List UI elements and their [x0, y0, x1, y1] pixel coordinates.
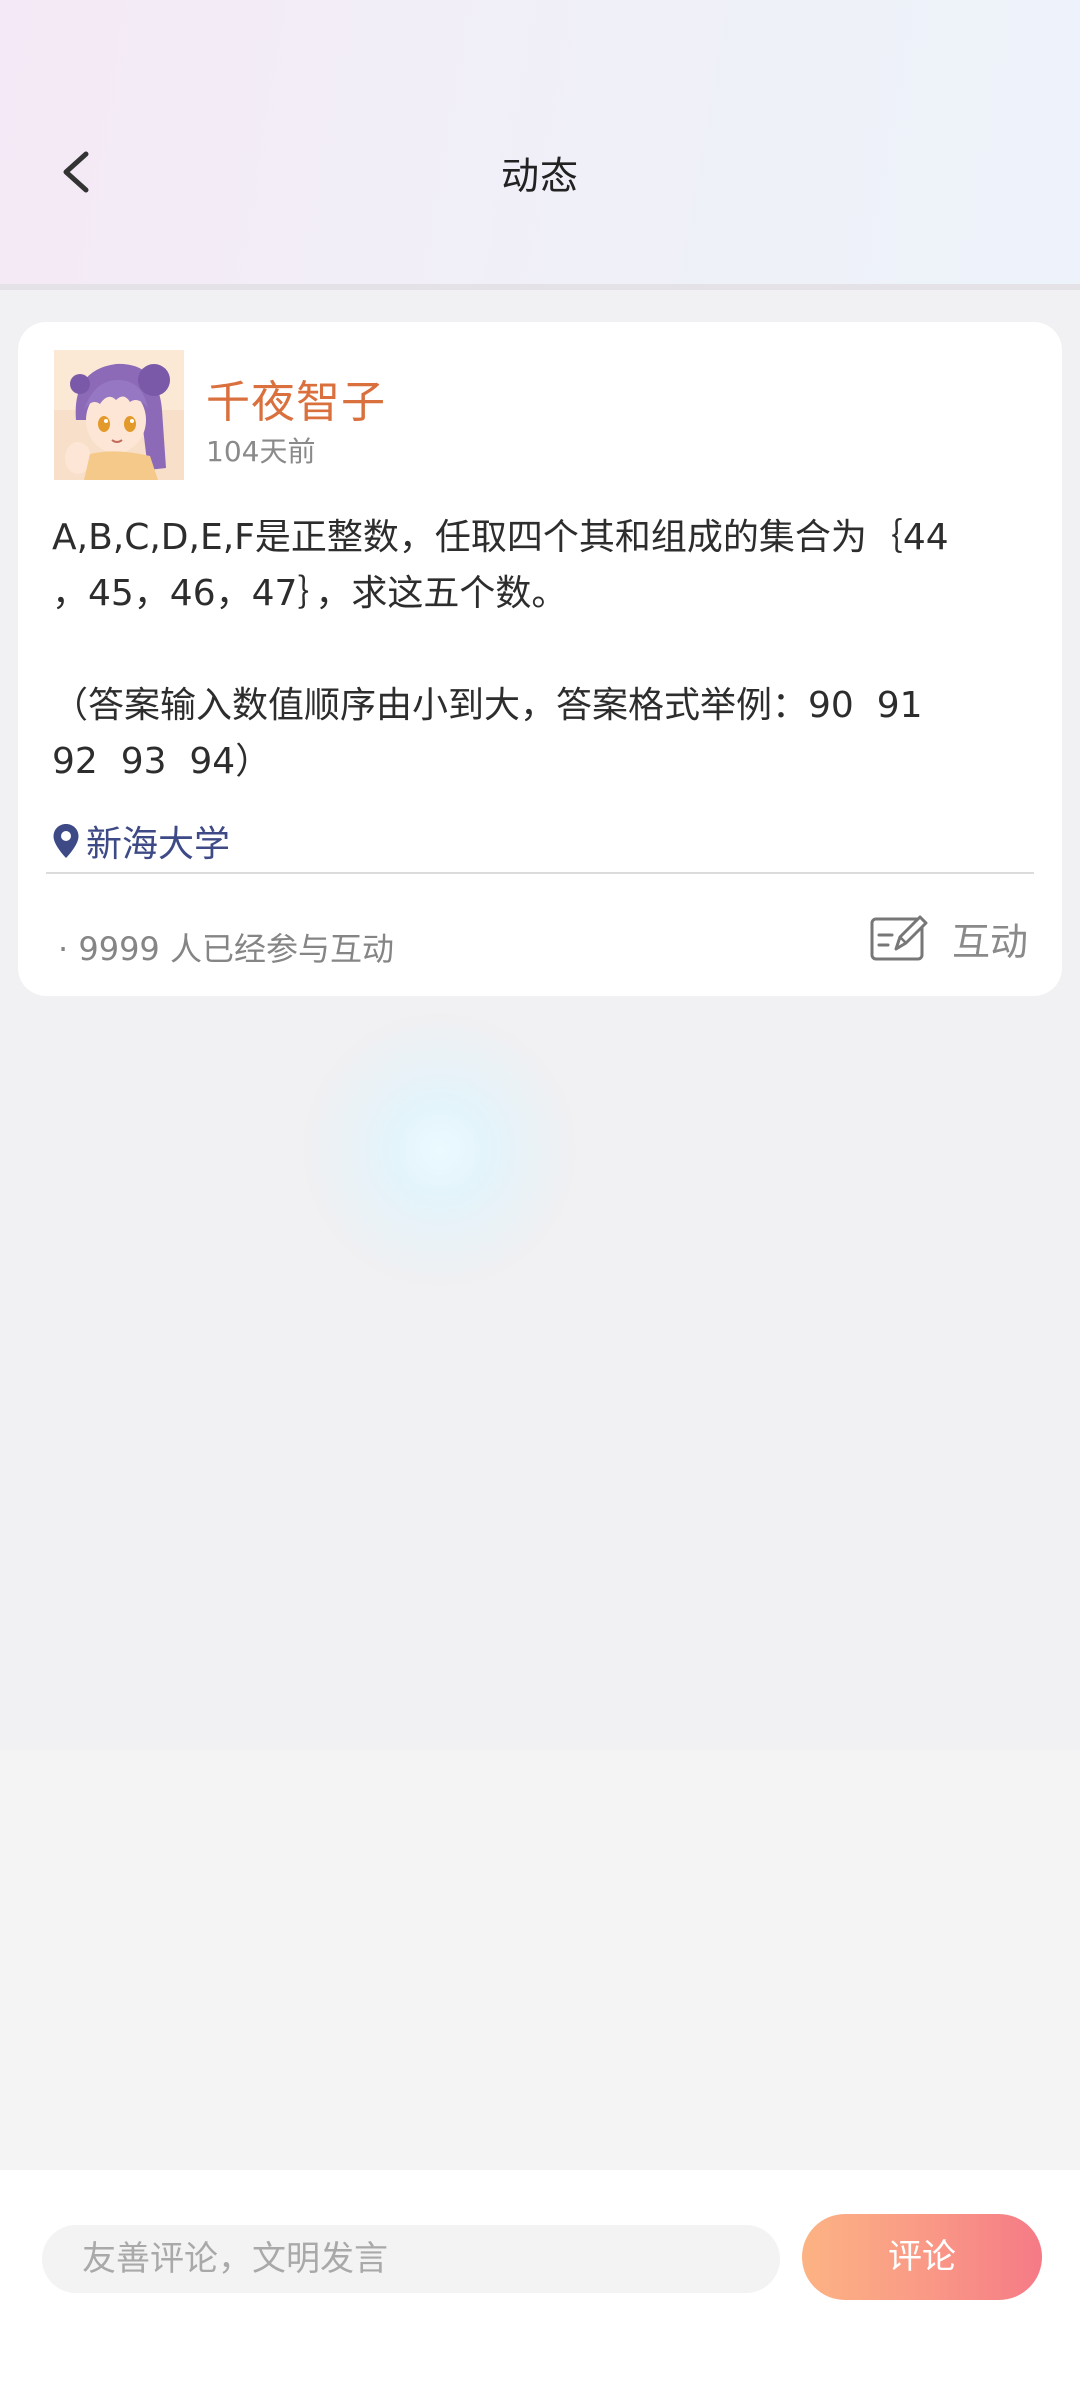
post-content-line — [52, 622, 1042, 678]
post-card: 千夜智子 104天前 A,B,C,D,E,F是正整数，任取四个其和组成的集合为｛… — [18, 322, 1062, 996]
avatar-image — [54, 350, 184, 480]
post-content-line: A,B,C,D,E,F是正整数，任取四个其和组成的集合为｛44 — [52, 517, 949, 558]
participant-count: · 9999 人已经参与互动 — [58, 930, 394, 968]
comment-submit-button[interactable]: 评论 — [802, 2214, 1042, 2300]
post-content-line: （答案输入数值顺序由小到大，答案格式举例：90 91 — [52, 685, 923, 726]
avatar[interactable] — [54, 350, 184, 480]
background-lower-band — [0, 1750, 1080, 2170]
author-name[interactable]: 千夜智子 — [206, 366, 386, 430]
post-content: A,B,C,D,E,F是正整数，任取四个其和组成的集合为｛44 ，45，46，47… — [52, 510, 1042, 790]
interact-label: 互动 — [952, 919, 1029, 964]
background-glow — [300, 1010, 580, 1290]
header-divider — [0, 284, 1080, 290]
post-content-line: 92 93 94） — [52, 741, 272, 782]
location-tag[interactable]: 新海大学 — [52, 816, 230, 866]
page-title: 动态 — [500, 154, 579, 198]
comment-bar: 评论 — [0, 2170, 1080, 2400]
location-pin-icon — [53, 824, 79, 858]
interact-button[interactable]: 互动 — [870, 906, 1028, 970]
edit-note-icon — [870, 915, 928, 961]
post-content-line: ，45，46，47｝，求这五个数。 — [52, 573, 568, 614]
post-timestamp: 104天前 — [206, 435, 316, 468]
location-label: 新海大学 — [86, 824, 231, 865]
card-divider — [46, 872, 1034, 874]
comment-input[interactable] — [42, 2225, 780, 2293]
